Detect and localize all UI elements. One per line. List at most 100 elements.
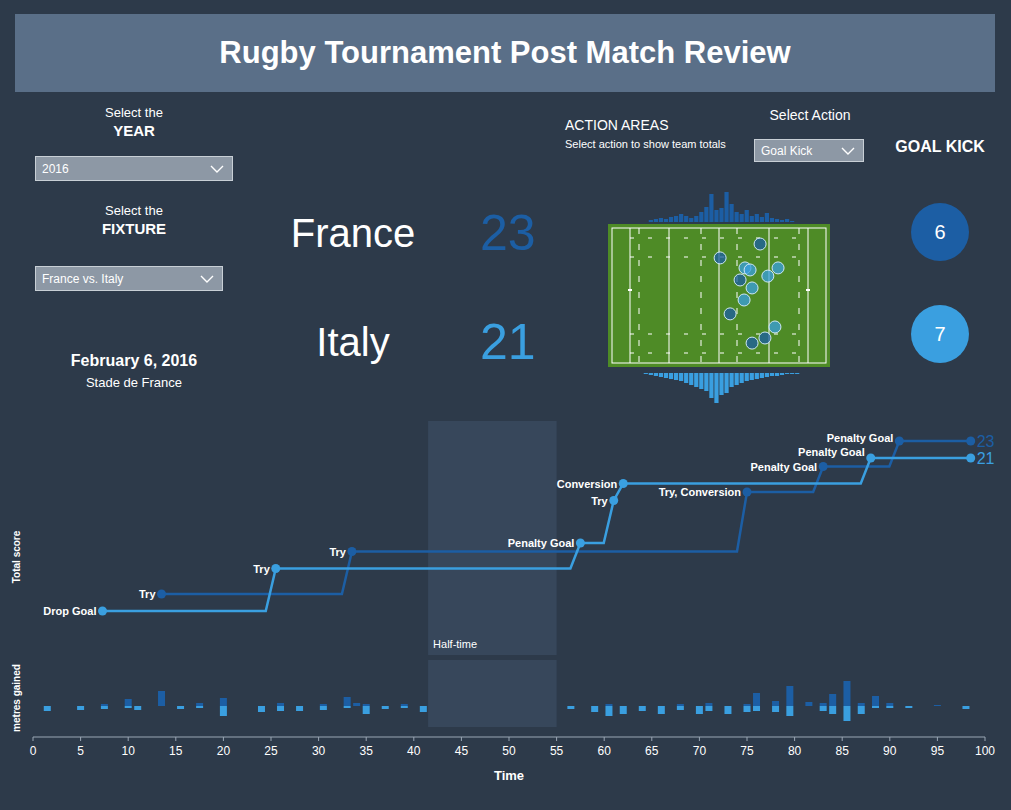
score-point[interactable] xyxy=(271,564,280,573)
metres-bar[interactable] xyxy=(320,704,327,706)
metres-bar[interactable] xyxy=(858,706,865,714)
metres-bar[interactable] xyxy=(277,706,284,711)
metres-bar[interactable] xyxy=(639,706,646,711)
action-dot[interactable] xyxy=(744,264,756,276)
score-point[interactable] xyxy=(866,454,875,463)
histogram-bar xyxy=(664,373,668,378)
action-dot[interactable] xyxy=(714,252,726,264)
metres-bar[interactable] xyxy=(753,693,760,706)
action-dot[interactable] xyxy=(772,262,784,274)
metres-bar[interactable] xyxy=(934,705,941,706)
metres-bar[interactable] xyxy=(786,706,793,716)
histogram-bar xyxy=(694,373,698,387)
score-point[interactable] xyxy=(347,547,356,556)
action-dot[interactable] xyxy=(734,274,746,286)
metres-bar[interactable] xyxy=(344,706,351,708)
metres-bar[interactable] xyxy=(705,706,712,711)
filter-dropdown[interactable]: France vs. Italy xyxy=(35,266,223,291)
score-point[interactable] xyxy=(895,437,904,446)
metres-bar[interactable] xyxy=(744,704,751,706)
metres-bar[interactable] xyxy=(320,706,327,710)
action-dot[interactable] xyxy=(746,282,758,294)
action-dot[interactable] xyxy=(754,238,766,250)
x-tick: 0 xyxy=(30,737,37,758)
action-dot[interactable] xyxy=(762,270,774,282)
metres-bar[interactable] xyxy=(843,706,850,721)
metres-bar[interactable] xyxy=(677,706,684,710)
score-point[interactable] xyxy=(966,454,975,463)
metres-bar[interactable] xyxy=(353,703,360,706)
metres-bar[interactable] xyxy=(44,706,51,711)
metres-bar[interactable] xyxy=(363,704,370,706)
metres-bar[interactable] xyxy=(786,686,793,706)
score-point[interactable] xyxy=(966,437,975,446)
score-point[interactable] xyxy=(619,479,628,488)
action-dot[interactable] xyxy=(769,321,781,333)
metres-bar[interactable] xyxy=(724,706,731,714)
score-point[interactable] xyxy=(157,590,166,599)
action-dot[interactable] xyxy=(738,294,750,306)
metres-bar[interactable] xyxy=(620,706,627,714)
action-dot[interactable] xyxy=(759,332,771,344)
metres-bar[interactable] xyxy=(886,703,893,706)
metres-bar[interactable] xyxy=(872,696,879,706)
metres-bar[interactable] xyxy=(872,706,879,708)
metres-bar[interactable] xyxy=(401,704,408,706)
tick-label: 25 xyxy=(264,744,278,758)
metres-bar[interactable] xyxy=(567,706,574,709)
metres-bar[interactable] xyxy=(605,706,612,716)
metres-bar[interactable] xyxy=(220,706,227,716)
metres-bar[interactable] xyxy=(77,706,84,710)
metres-bar[interactable] xyxy=(805,702,812,706)
filter-dropdown[interactable]: 2016 xyxy=(35,156,233,181)
metres-bar[interactable] xyxy=(820,703,827,706)
metres-bar[interactable] xyxy=(605,704,612,706)
metres-bar[interactable] xyxy=(177,706,184,709)
metres-bar[interactable] xyxy=(962,706,969,709)
metres-bar[interactable] xyxy=(401,706,408,708)
metres-bar[interactable] xyxy=(658,706,665,714)
metres-bar[interactable] xyxy=(363,706,370,714)
metres-bar[interactable] xyxy=(220,698,227,706)
action-dot[interactable] xyxy=(724,308,736,320)
metres-bar[interactable] xyxy=(344,697,351,706)
metres-bar[interactable] xyxy=(753,706,760,711)
metres-bar[interactable] xyxy=(296,706,303,711)
metres-bar[interactable] xyxy=(591,706,598,712)
action-dot[interactable] xyxy=(746,337,758,349)
metres-bar[interactable] xyxy=(158,691,165,706)
metres-bar[interactable] xyxy=(196,706,203,708)
metres-bar[interactable] xyxy=(886,706,893,708)
metres-bar[interactable] xyxy=(258,706,265,712)
metres-bar[interactable] xyxy=(820,706,827,711)
action-dropdown[interactable]: Goal Kick xyxy=(754,139,864,162)
histogram-bar xyxy=(765,213,769,222)
metres-bar[interactable] xyxy=(744,706,751,712)
metres-bar[interactable] xyxy=(134,706,141,710)
metres-bar[interactable] xyxy=(101,704,108,706)
metres-bar[interactable] xyxy=(772,701,779,706)
totals-list: 67 xyxy=(885,203,995,363)
metres-bar[interactable] xyxy=(772,706,779,712)
metres-bar[interactable] xyxy=(858,703,865,706)
metres-bar[interactable] xyxy=(125,706,132,708)
metres-bar[interactable] xyxy=(125,699,132,706)
metres-bar[interactable] xyxy=(705,703,712,706)
metres-bar[interactable] xyxy=(677,704,684,706)
metres-bar[interactable] xyxy=(101,706,108,709)
metres-bar[interactable] xyxy=(905,706,912,708)
score-point[interactable] xyxy=(609,496,618,505)
metres-bar[interactable] xyxy=(196,703,203,706)
metres-bar[interactable] xyxy=(829,694,836,706)
metres-bar[interactable] xyxy=(843,681,850,706)
metres-bar[interactable] xyxy=(382,706,389,709)
histogram-bar xyxy=(740,373,744,383)
metres-bar[interactable] xyxy=(829,706,836,714)
metres-bar[interactable] xyxy=(420,706,427,712)
score-point[interactable] xyxy=(743,488,752,497)
metres-bar[interactable] xyxy=(277,703,284,706)
score-point[interactable] xyxy=(98,607,107,616)
metres-bar[interactable] xyxy=(696,706,703,714)
score-point[interactable] xyxy=(819,462,828,471)
score-point[interactable] xyxy=(576,539,585,548)
